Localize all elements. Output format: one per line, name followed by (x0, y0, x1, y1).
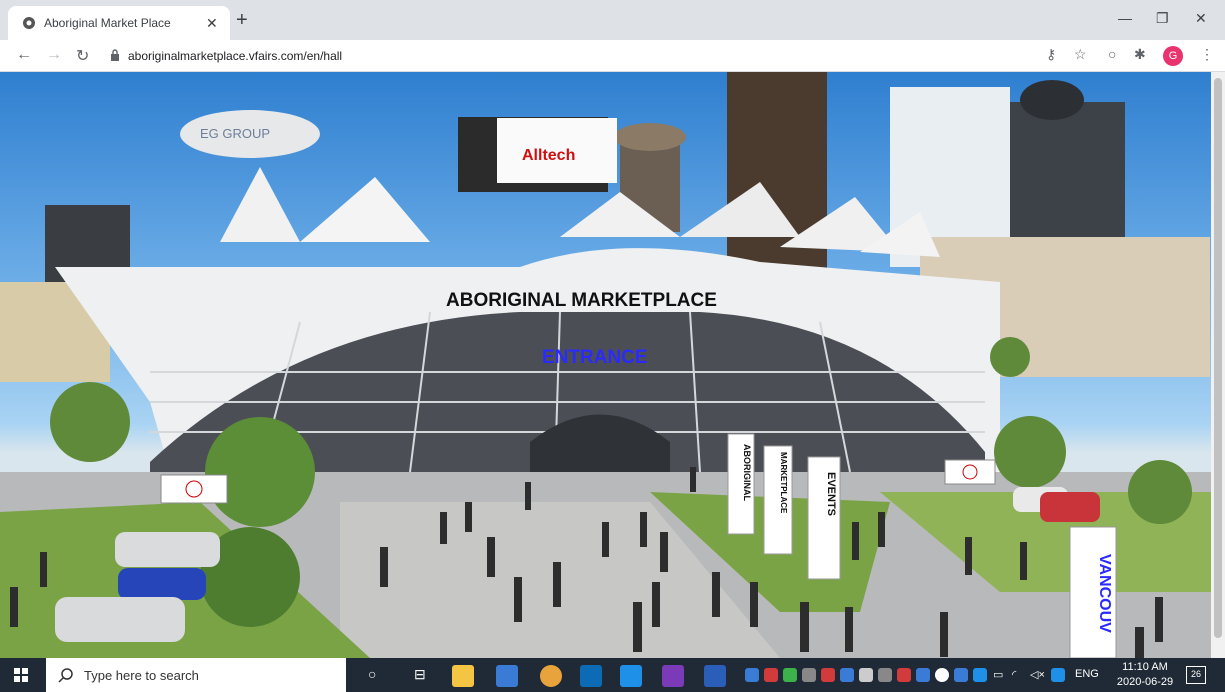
sail (220, 167, 300, 242)
edge-icon[interactable] (620, 665, 642, 687)
dome (1020, 80, 1084, 120)
tray-app-icon[interactable] (840, 668, 854, 682)
scrollbar-thumb[interactable] (1214, 78, 1222, 638)
onedrive-icon[interactable] (859, 668, 873, 682)
tray-app-icon[interactable] (878, 668, 892, 682)
extension-circle-icon[interactable]: ○ (1108, 46, 1116, 62)
banner-vancouver-text: VANCOUV (1096, 554, 1113, 633)
billboard-text: Alltech (522, 147, 575, 164)
notification-count: 26 (1191, 669, 1202, 679)
tree (994, 416, 1066, 488)
browser-toolbar: ← → ↻ aboriginalmarketplace.vfairs.com/e… (0, 40, 1225, 72)
tray-app-icon[interactable] (783, 668, 797, 682)
tree (50, 382, 130, 462)
volume-icon[interactable]: ◁× (1030, 668, 1045, 681)
lock-icon (111, 49, 119, 61)
clock-time: 11:10 AM (1122, 661, 1168, 673)
tray-app-icon[interactable] (935, 668, 949, 682)
tree (1128, 460, 1192, 524)
building-title: ABORIGINAL MARKETPLACE (446, 290, 717, 311)
forward-icon[interactable]: → (46, 46, 62, 64)
system-clock[interactable]: 11:10 AM 2020-06-29 (1116, 660, 1174, 690)
back-icon[interactable]: ← (16, 46, 32, 64)
outlook-tray-icon[interactable] (1051, 668, 1065, 682)
notifications-icon[interactable]: 26 (1186, 666, 1206, 684)
site-favicon-icon (23, 17, 35, 29)
address-bar[interactable]: aboriginalmarketplace.vfairs.com/en/hall (104, 44, 1104, 68)
tab-title: Aboriginal Market Place (44, 16, 171, 30)
sail (300, 177, 430, 242)
new-tab-icon[interactable]: + (236, 10, 248, 30)
windows-taskbar: Type here to search ○ ⊟ ▭ ◜ ◁× ENG 11:10… (0, 658, 1225, 692)
search-placeholder: Type here to search (84, 668, 199, 683)
tray-app-icon[interactable] (821, 668, 835, 682)
tab-close-icon[interactable]: ✕ (206, 15, 218, 32)
outlook-icon[interactable] (580, 665, 602, 687)
profile-avatar[interactable]: G (1163, 46, 1183, 66)
extensions-puzzle-icon[interactable]: ✱ (1134, 46, 1146, 63)
menu-kebab-icon[interactable]: ⋮ (1200, 46, 1214, 63)
car (118, 568, 206, 600)
banner-aboriginal-text: ABORIGINAL (742, 444, 752, 501)
tray-app-icon[interactable] (954, 668, 968, 682)
sign-board-right (944, 459, 996, 485)
page-viewport: EG GROUP Alltech ABORIGINAL MARKETPLACE … (0, 72, 1211, 658)
taskbar-search-box[interactable]: Type here to search (46, 658, 346, 692)
cortana-icon[interactable]: ○ (368, 666, 376, 682)
banner-marketplace-text: MARKETPLACE (779, 452, 788, 514)
vertical-scrollbar[interactable] (1211, 72, 1225, 658)
chrome-icon[interactable] (540, 665, 562, 687)
search-icon (58, 668, 73, 683)
tray-app-icon[interactable] (764, 668, 778, 682)
battery-icon[interactable]: ▭ (993, 668, 1003, 681)
wifi-icon[interactable]: ◜ (1012, 668, 1016, 681)
language-indicator[interactable]: ENG (1075, 668, 1099, 680)
bluetooth-icon[interactable] (973, 668, 987, 682)
car (55, 597, 185, 642)
url-text: aboriginalmarketplace.vfairs.com/en/hall (128, 49, 343, 63)
car (115, 532, 220, 567)
entrance-label: ENTRANCE (542, 347, 648, 368)
tray-app-icon[interactable] (916, 668, 930, 682)
tree (990, 337, 1030, 377)
onenote-icon[interactable] (662, 665, 684, 687)
close-window-icon[interactable]: ✕ (1195, 10, 1207, 27)
store-icon[interactable] (496, 665, 518, 687)
windows-start-icon[interactable] (14, 668, 28, 682)
tray-app-icon[interactable] (802, 668, 816, 682)
minimize-icon[interactable]: — (1118, 10, 1132, 26)
word-icon[interactable] (704, 665, 726, 687)
sign-board-left (160, 474, 228, 504)
file-explorer-icon[interactable] (452, 665, 474, 687)
blimp-text: EG GROUP (200, 126, 270, 141)
tray-app-icon[interactable] (897, 668, 911, 682)
virtual-hall-scene: EG GROUP Alltech ABORIGINAL MARKETPLACE … (0, 72, 1211, 658)
clock-date: 2020-06-29 (1116, 676, 1174, 688)
restore-icon[interactable]: ❐ (1156, 10, 1169, 27)
key-icon[interactable]: ⚷ (1046, 46, 1056, 63)
lookout-deck (614, 123, 686, 151)
tree (205, 417, 315, 527)
tab-active[interactable]: Aboriginal Market Place ✕ (8, 6, 230, 40)
task-view-icon[interactable]: ⊟ (414, 666, 426, 683)
car (1040, 492, 1100, 522)
tray-app-icon[interactable] (745, 668, 759, 682)
tab-strip: Aboriginal Market Place ✕ + — ❐ ✕ (0, 0, 1225, 40)
reload-icon[interactable]: ↻ (76, 46, 89, 66)
banner-events-text: EVENTS (825, 472, 837, 516)
bookmark-star-icon[interactable]: ☆ (1074, 46, 1087, 63)
